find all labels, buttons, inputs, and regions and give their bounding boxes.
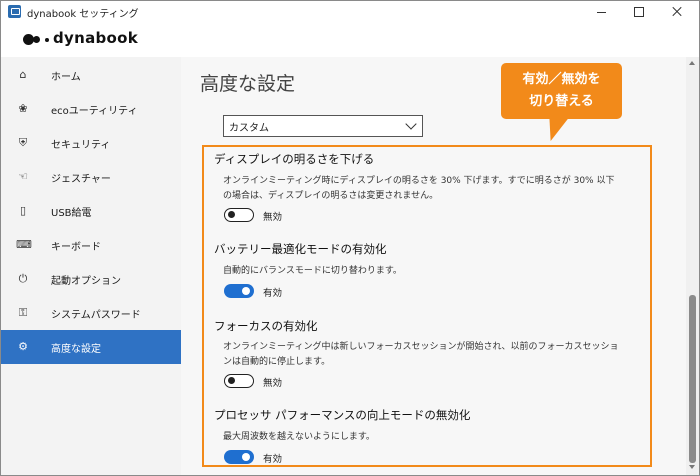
scroll-thumb[interactable] (689, 295, 696, 463)
sidebar-item-keyboard[interactable]: ⌨ キーボード (1, 228, 181, 262)
sidebar-item-label: ホーム (51, 72, 81, 83)
power-icon: ⏻ (18, 272, 28, 285)
sidebar-item-label: ジェスチャー (51, 174, 111, 185)
sidebar-item-label: ecoユーティリティ (51, 106, 138, 117)
highlight-box (202, 145, 652, 467)
sidebar-item-security[interactable]: ⛨ セキュリティ (1, 126, 181, 160)
profile-select[interactable]: カスタム (223, 115, 423, 137)
brand-name: dynabook (53, 29, 139, 47)
sidebar-item-label: セキュリティ (51, 140, 111, 151)
title-bar: dynabook セッティング (1, 1, 699, 23)
close-button[interactable] (659, 1, 695, 23)
usb-icon: ▯ (19, 204, 27, 217)
key-icon: ⚿ (18, 306, 28, 319)
sidebar-item-home[interactable]: ⌂ ホーム (1, 58, 181, 92)
sidebar-item-advanced[interactable]: ⚙ 高度な設定 (1, 330, 181, 364)
sidebar-item-boot-options[interactable]: ⏻ 起動オプション (1, 262, 181, 296)
callout-line-2: 切り替える (529, 94, 594, 109)
window-title: dynabook セッティング (27, 9, 139, 20)
logo-dot-icon (45, 38, 49, 42)
eco-icon: ❀ (18, 102, 28, 115)
sidebar-item-system-password[interactable]: ⚿ システムパスワード (1, 296, 181, 330)
scroll-up-icon[interactable] (689, 61, 695, 65)
maximize-button[interactable] (621, 1, 657, 23)
sidebar-item-label: USB給電 (51, 208, 92, 219)
home-icon: ⌂ (19, 68, 27, 81)
sidebar-item-usb-power[interactable]: ▯ USB給電 (1, 194, 181, 228)
sidebar-item-label: システムパスワード (51, 310, 141, 321)
callout-bubble: 有効／無効を 切り替える (501, 63, 622, 119)
sidebar-item-label: 起動オプション (51, 276, 121, 287)
minimize-icon (597, 12, 606, 13)
callout-text: 有効／無効を 切り替える (501, 69, 622, 113)
maximize-icon (634, 7, 644, 17)
page-title: 高度な設定 (200, 73, 296, 95)
logo-mark-icon (23, 34, 40, 45)
sidebar-item-eco[interactable]: ❀ ecoユーティリティ (1, 92, 181, 126)
minimize-button[interactable] (583, 1, 619, 23)
keyboard-icon: ⌨ (16, 238, 32, 251)
scroll-down-icon[interactable] (689, 465, 695, 469)
sidebar-item-label: 高度な設定 (51, 344, 101, 355)
sidebar-item-label: キーボード (51, 242, 101, 253)
app-window: dynabook セッティング dynabook ⌂ ホーム ❀ ecoユーティ… (0, 0, 700, 476)
sidebar: ⌂ ホーム ❀ ecoユーティリティ ⛨ セキュリティ ☜ ジェスチャー ▯ U… (1, 57, 181, 475)
gear-icon: ⚙ (18, 340, 28, 353)
sidebar-item-gesture[interactable]: ☜ ジェスチャー (1, 160, 181, 194)
scrollbar[interactable] (686, 57, 699, 475)
callout-line-1: 有効／無効を (522, 72, 601, 87)
shield-icon: ⛨ (18, 136, 28, 149)
app-icon (8, 5, 21, 18)
profile-select-value: カスタム (229, 123, 269, 134)
chevron-down-icon (405, 118, 417, 130)
gesture-icon: ☜ (18, 170, 28, 183)
